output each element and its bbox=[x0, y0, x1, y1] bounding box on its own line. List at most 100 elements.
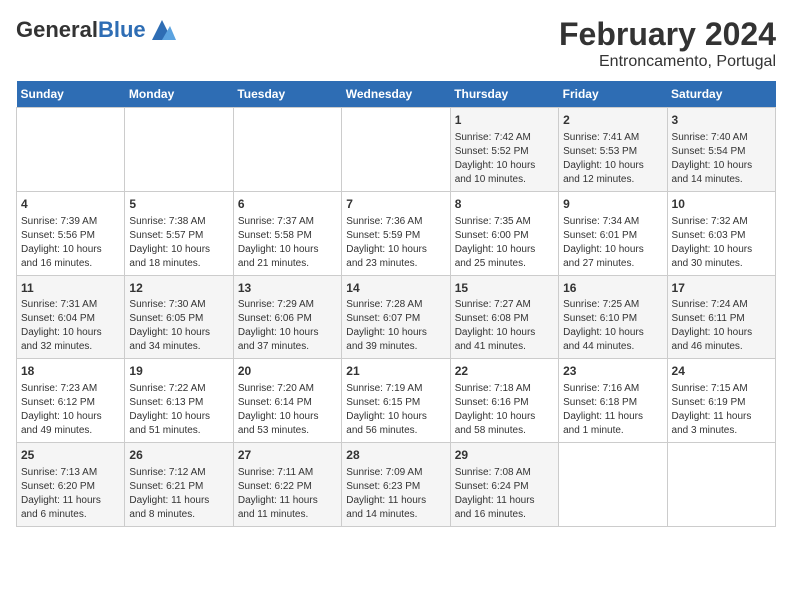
day-info: Daylight: 10 hours bbox=[563, 243, 662, 257]
logo-icon bbox=[148, 16, 176, 44]
calendar-cell: 29Sunrise: 7:08 AMSunset: 6:24 PMDayligh… bbox=[450, 443, 558, 527]
day-info: and 11 minutes. bbox=[238, 508, 337, 522]
day-info: Sunset: 6:12 PM bbox=[21, 396, 120, 410]
day-number: 29 bbox=[455, 447, 554, 464]
day-info: and 27 minutes. bbox=[563, 257, 662, 271]
day-info: Sunset: 6:18 PM bbox=[563, 396, 662, 410]
calendar-cell bbox=[17, 108, 125, 192]
day-info: Sunrise: 7:13 AM bbox=[21, 466, 120, 480]
day-info: Sunset: 6:00 PM bbox=[455, 229, 554, 243]
day-info: Sunset: 6:21 PM bbox=[129, 480, 228, 494]
calendar-cell bbox=[559, 443, 667, 527]
day-number: 11 bbox=[21, 280, 120, 297]
calendar-cell: 6Sunrise: 7:37 AMSunset: 5:58 PMDaylight… bbox=[233, 191, 341, 275]
day-info: Sunrise: 7:25 AM bbox=[563, 298, 662, 312]
day-number: 24 bbox=[672, 363, 771, 380]
day-info: Daylight: 10 hours bbox=[563, 159, 662, 173]
day-info: Sunrise: 7:40 AM bbox=[672, 131, 771, 145]
calendar-cell: 18Sunrise: 7:23 AMSunset: 6:12 PMDayligh… bbox=[17, 359, 125, 443]
calendar-cell: 4Sunrise: 7:39 AMSunset: 5:56 PMDaylight… bbox=[17, 191, 125, 275]
day-number: 12 bbox=[129, 280, 228, 297]
day-info: and 39 minutes. bbox=[346, 340, 445, 354]
day-info: and 16 minutes. bbox=[455, 508, 554, 522]
calendar-header-monday: Monday bbox=[125, 81, 233, 108]
day-info: Sunrise: 7:18 AM bbox=[455, 382, 554, 396]
calendar-cell: 1Sunrise: 7:42 AMSunset: 5:52 PMDaylight… bbox=[450, 108, 558, 192]
day-info: Daylight: 10 hours bbox=[238, 410, 337, 424]
day-number: 27 bbox=[238, 447, 337, 464]
day-info: Sunrise: 7:42 AM bbox=[455, 131, 554, 145]
calendar-cell: 12Sunrise: 7:30 AMSunset: 6:05 PMDayligh… bbox=[125, 275, 233, 359]
calendar-header-row: SundayMondayTuesdayWednesdayThursdayFrid… bbox=[17, 81, 776, 108]
day-info: Daylight: 11 hours bbox=[129, 494, 228, 508]
calendar-cell: 23Sunrise: 7:16 AMSunset: 6:18 PMDayligh… bbox=[559, 359, 667, 443]
day-info: Daylight: 10 hours bbox=[129, 326, 228, 340]
day-info: and 53 minutes. bbox=[238, 424, 337, 438]
day-info: Sunrise: 7:22 AM bbox=[129, 382, 228, 396]
day-info: and 41 minutes. bbox=[455, 340, 554, 354]
calendar-header-friday: Friday bbox=[559, 81, 667, 108]
day-info: Sunrise: 7:39 AM bbox=[21, 215, 120, 229]
day-info: and 21 minutes. bbox=[238, 257, 337, 271]
day-info: Sunrise: 7:36 AM bbox=[346, 215, 445, 229]
day-info: and 49 minutes. bbox=[21, 424, 120, 438]
day-info: and 14 minutes. bbox=[672, 173, 771, 187]
day-number: 13 bbox=[238, 280, 337, 297]
calendar-cell: 7Sunrise: 7:36 AMSunset: 5:59 PMDaylight… bbox=[342, 191, 450, 275]
day-info: Sunset: 6:10 PM bbox=[563, 312, 662, 326]
day-info: and 16 minutes. bbox=[21, 257, 120, 271]
day-number: 28 bbox=[346, 447, 445, 464]
calendar-cell: 25Sunrise: 7:13 AMSunset: 6:20 PMDayligh… bbox=[17, 443, 125, 527]
calendar-cell: 19Sunrise: 7:22 AMSunset: 6:13 PMDayligh… bbox=[125, 359, 233, 443]
calendar-header-wednesday: Wednesday bbox=[342, 81, 450, 108]
calendar-header-tuesday: Tuesday bbox=[233, 81, 341, 108]
day-info: Daylight: 11 hours bbox=[563, 410, 662, 424]
calendar-cell: 17Sunrise: 7:24 AMSunset: 6:11 PMDayligh… bbox=[667, 275, 775, 359]
day-number: 17 bbox=[672, 280, 771, 297]
day-number: 2 bbox=[563, 112, 662, 129]
day-number: 20 bbox=[238, 363, 337, 380]
day-info: and 14 minutes. bbox=[346, 508, 445, 522]
day-info: and 30 minutes. bbox=[672, 257, 771, 271]
day-number: 22 bbox=[455, 363, 554, 380]
day-info: Sunset: 6:06 PM bbox=[238, 312, 337, 326]
day-info: Sunrise: 7:09 AM bbox=[346, 466, 445, 480]
calendar-week-row: 25Sunrise: 7:13 AMSunset: 6:20 PMDayligh… bbox=[17, 443, 776, 527]
day-info: Sunset: 6:01 PM bbox=[563, 229, 662, 243]
day-info: Daylight: 10 hours bbox=[129, 243, 228, 257]
day-number: 15 bbox=[455, 280, 554, 297]
day-info: and 10 minutes. bbox=[455, 173, 554, 187]
day-info: and 37 minutes. bbox=[238, 340, 337, 354]
day-info: Sunset: 6:24 PM bbox=[455, 480, 554, 494]
calendar-cell: 5Sunrise: 7:38 AMSunset: 5:57 PMDaylight… bbox=[125, 191, 233, 275]
day-info: Daylight: 11 hours bbox=[238, 494, 337, 508]
day-number: 4 bbox=[21, 196, 120, 213]
day-info: Sunrise: 7:41 AM bbox=[563, 131, 662, 145]
day-info: Daylight: 10 hours bbox=[455, 243, 554, 257]
day-number: 23 bbox=[563, 363, 662, 380]
day-info: and 34 minutes. bbox=[129, 340, 228, 354]
day-info: Sunrise: 7:37 AM bbox=[238, 215, 337, 229]
calendar-cell: 28Sunrise: 7:09 AMSunset: 6:23 PMDayligh… bbox=[342, 443, 450, 527]
day-number: 8 bbox=[455, 196, 554, 213]
day-info: and 32 minutes. bbox=[21, 340, 120, 354]
day-info: Daylight: 10 hours bbox=[238, 326, 337, 340]
day-info: Daylight: 10 hours bbox=[455, 326, 554, 340]
day-info: Sunrise: 7:32 AM bbox=[672, 215, 771, 229]
day-info: and 44 minutes. bbox=[563, 340, 662, 354]
day-info: Sunrise: 7:35 AM bbox=[455, 215, 554, 229]
calendar-header-thursday: Thursday bbox=[450, 81, 558, 108]
day-info: Daylight: 10 hours bbox=[346, 243, 445, 257]
day-info: Sunrise: 7:34 AM bbox=[563, 215, 662, 229]
day-info: Sunrise: 7:11 AM bbox=[238, 466, 337, 480]
day-info: Sunrise: 7:38 AM bbox=[129, 215, 228, 229]
day-info: Sunset: 6:20 PM bbox=[21, 480, 120, 494]
calendar-header-sunday: Sunday bbox=[17, 81, 125, 108]
day-info: Sunset: 6:16 PM bbox=[455, 396, 554, 410]
day-info: Daylight: 10 hours bbox=[455, 410, 554, 424]
day-info: Daylight: 10 hours bbox=[563, 326, 662, 340]
day-info: Sunset: 5:59 PM bbox=[346, 229, 445, 243]
page-subtitle: Entroncamento, Portugal bbox=[559, 53, 776, 71]
calendar-cell: 2Sunrise: 7:41 AMSunset: 5:53 PMDaylight… bbox=[559, 108, 667, 192]
day-info: and 1 minute. bbox=[563, 424, 662, 438]
